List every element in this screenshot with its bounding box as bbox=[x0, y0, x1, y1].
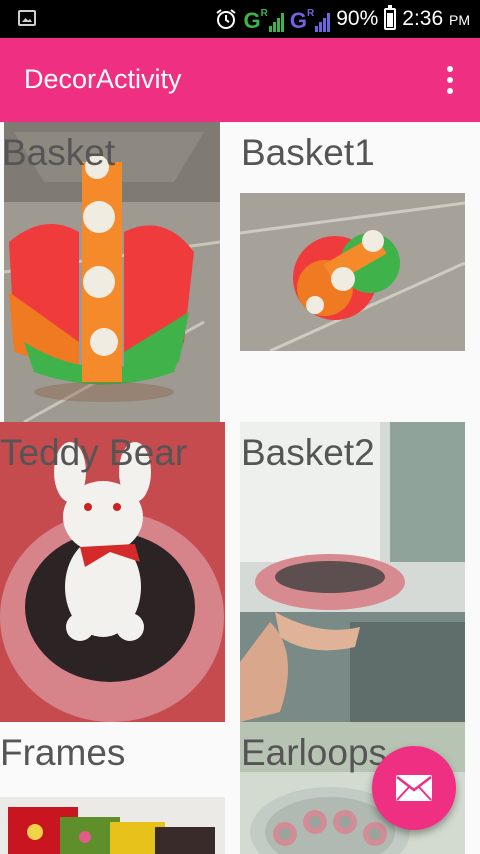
item-label: Basket1 bbox=[241, 132, 375, 173]
grid-item-basket1[interactable]: Basket1 bbox=[240, 122, 480, 422]
decor-grid: Basket Basket1 Teddy Bear Basket2 Frames… bbox=[0, 122, 480, 854]
grid-item-basket2[interactable]: Basket2 bbox=[240, 422, 480, 722]
item-label: Teddy Bear bbox=[0, 432, 188, 473]
gallery-notification-icon bbox=[18, 10, 36, 26]
item-label: Basket bbox=[2, 132, 116, 173]
battery-percent: 90% bbox=[336, 7, 379, 30]
signal-sim2-icon: G R bbox=[290, 6, 331, 32]
grid-item-basket[interactable]: Basket bbox=[0, 122, 230, 422]
grid-item-frames[interactable]: Frames bbox=[0, 722, 230, 854]
app-bar: DecorActivity bbox=[0, 38, 480, 122]
app-title: DecorActivity bbox=[24, 64, 182, 94]
battery-icon bbox=[384, 5, 397, 30]
item-image bbox=[0, 797, 225, 854]
signal-sim1-icon: G R bbox=[244, 6, 284, 32]
mail-fab-button[interactable] bbox=[372, 746, 456, 830]
status-indicators: G R G R 90% 2:36 PM bbox=[214, 0, 470, 38]
item-label: Frames bbox=[0, 732, 126, 773]
grid-item-teddy-bear[interactable]: Teddy Bear bbox=[0, 422, 230, 722]
status-bar: G R G R 90% 2:36 PM bbox=[0, 0, 480, 38]
item-label: Basket2 bbox=[241, 432, 375, 473]
clock: 2:36 PM bbox=[402, 7, 470, 30]
alarm-icon bbox=[214, 7, 238, 31]
item-label: Earloops bbox=[241, 732, 388, 773]
more-vertical-icon[interactable] bbox=[446, 66, 454, 94]
item-image bbox=[240, 193, 465, 351]
mail-icon bbox=[396, 775, 432, 801]
